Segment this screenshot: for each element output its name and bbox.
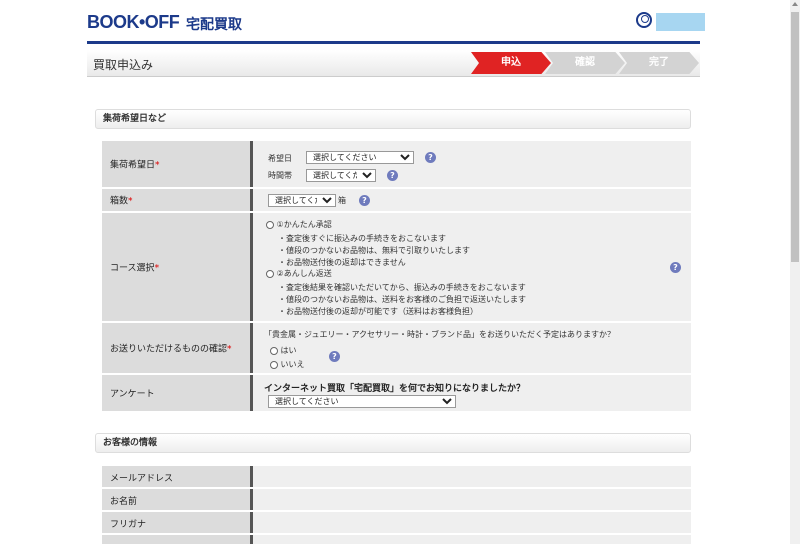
confirm-label: お送りいただけるものの確認* [102, 323, 253, 373]
time-select[interactable]: 選択してください [306, 169, 376, 182]
section-header-pickup: 集荷希望日など [95, 109, 691, 129]
name-label-text: お名前 [110, 497, 138, 507]
confirm-cell: 「貴金属・ジュエリー・アクセサリー・時計・ブランド品」をお送りいただく予定はあり… [258, 323, 691, 373]
row-next [102, 535, 691, 544]
email-label-text: メールアドレス [110, 474, 174, 484]
survey-cell: インターネット買取「宅配買取」を何でお知りになりましたか？ 選択してください [258, 375, 691, 411]
radio-button[interactable] [266, 220, 274, 229]
pickup-date-label: 集荷希望日* [102, 141, 253, 187]
scroll-thumb[interactable] [791, 12, 799, 262]
service-name: 宅配買取 [186, 17, 242, 33]
row-survey: アンケート インターネット買取「宅配買取」を何でお知りになりましたか？ 選択して… [102, 375, 691, 412]
site-header: BOOK•OFF 宅配買取 [0, 0, 790, 44]
detail-line: ・査定後結果を確認いただいてから、振込みの手続きをおこないます [278, 283, 526, 292]
detail-line: ・値段のつかないお品物は、無料で引取りいたします [278, 246, 470, 255]
survey-select[interactable]: 選択してください [268, 395, 456, 408]
course-label: コース選択* [102, 213, 253, 321]
help-icon[interactable]: ? [329, 351, 340, 362]
course-option-2[interactable]: ②あんしん返送 [266, 268, 332, 279]
row-boxes: 箱数* 選択してください 箱 ? [102, 189, 691, 212]
required-mark: * [155, 160, 160, 171]
detail-line: ・値段のつかないお品物は、送料をお客様のご負担で返送いたします [278, 295, 526, 304]
survey-label: アンケート [102, 375, 253, 411]
boxes-select[interactable]: 選択してください [268, 194, 336, 207]
boxes-label-text: 箱数 [110, 196, 129, 207]
date-label: 希望日 [268, 154, 292, 163]
course-option-1-details: ・査定後すぐに振込みの手続きをおこないます ・値段のつかないお品物は、無料で引取… [278, 233, 470, 269]
confirm-no-option[interactable]: いいえ [270, 359, 305, 370]
course-cell: ①かんたん承認 ・査定後すぐに振込みの手続きをおこないます ・値段のつかないお品… [258, 213, 691, 321]
help-icon[interactable]: ? [670, 262, 681, 273]
section-header-customer: お客様の情報 [95, 433, 691, 453]
row-furigana: フリガナ [102, 512, 691, 534]
step-apply: 申込 [471, 52, 551, 74]
boxes-cell: 選択してください 箱 ? [258, 189, 691, 211]
radio-button[interactable] [270, 346, 278, 355]
step-complete: 完了 [619, 52, 699, 74]
row-course: コース選択* ①かんたん承認 ・査定後すぐに振込みの手続きをおこないます ・値段… [102, 213, 691, 322]
course-option-2-details: ・査定後結果を確認いただいてから、振込みの手続きをおこないます ・値段のつかない… [278, 282, 526, 318]
row-name: お名前 [102, 489, 691, 511]
detail-line: ・お品物送付後の返却が可能です（送料はお客様負担） [278, 307, 478, 316]
header-divider [87, 41, 700, 44]
pickup-date-label-text: 集荷希望日 [110, 160, 156, 171]
name-label: お名前 [102, 489, 253, 510]
course-option-1-title: ①かんたん承認 [276, 220, 332, 229]
confirm-no-label: いいえ [280, 360, 305, 369]
help-icon[interactable]: ? [387, 170, 398, 181]
pickup-date-cell: 希望日 選択してください ? 時間帯 選択してください ? [258, 141, 691, 187]
boxes-unit: 箱 [338, 196, 346, 205]
step-confirm: 確認 [545, 52, 625, 74]
furigana-label-text: フリガナ [110, 520, 147, 530]
course-option-1[interactable]: ①かんたん承認 [266, 219, 332, 230]
scroll-up-arrow-icon[interactable] [792, 2, 798, 6]
email-label: メールアドレス [102, 466, 253, 487]
title-bar: 買取申込み 申込 確認 完了 [87, 50, 700, 77]
user-icon[interactable] [636, 12, 652, 28]
time-label: 時間帯 [268, 171, 292, 180]
furigana-label: フリガナ [102, 512, 253, 533]
bookoff-logo[interactable]: BOOK•OFF [87, 12, 180, 33]
required-mark: * [128, 196, 133, 207]
radio-button[interactable] [270, 360, 278, 369]
help-icon[interactable]: ? [425, 152, 436, 163]
course-label-text: コース選択 [110, 263, 155, 274]
row-pickup-date: 集荷希望日* 希望日 選択してください ? 時間帯 選択してください ? [102, 141, 691, 188]
survey-label-text: アンケート [110, 389, 155, 400]
required-mark: * [227, 344, 232, 355]
boxes-label: 箱数* [102, 189, 253, 211]
survey-question: インターネット買取「宅配買取」を何でお知りになりましたか？ [264, 384, 526, 394]
confirm-label-text: お送りいただけるものの確認 [110, 344, 228, 355]
confirm-yes-label: はい [280, 346, 297, 355]
confirm-question: 「貴金属・ジュエリー・アクセサリー・時計・ブランド品」をお送りいただく予定はあり… [264, 330, 616, 339]
required-mark: * [154, 263, 160, 274]
radio-button[interactable] [266, 269, 274, 278]
user-name-redacted[interactable] [656, 13, 705, 31]
row-email: メールアドレス [102, 466, 691, 488]
page-scrollbar[interactable] [790, 0, 800, 544]
next-label [102, 535, 253, 544]
course-option-2-title: ②あんしん返送 [276, 269, 332, 278]
page-title: 買取申込み [93, 58, 154, 72]
confirm-yes-option[interactable]: はい [270, 345, 297, 356]
help-icon[interactable]: ? [359, 195, 370, 206]
row-item-confirmation: お送りいただけるものの確認* 「貴金属・ジュエリー・アクセサリー・時計・ブランド… [102, 323, 691, 374]
detail-line: ・査定後すぐに振込みの手続きをおこないます [278, 234, 446, 243]
date-select[interactable]: 選択してください [306, 151, 414, 164]
